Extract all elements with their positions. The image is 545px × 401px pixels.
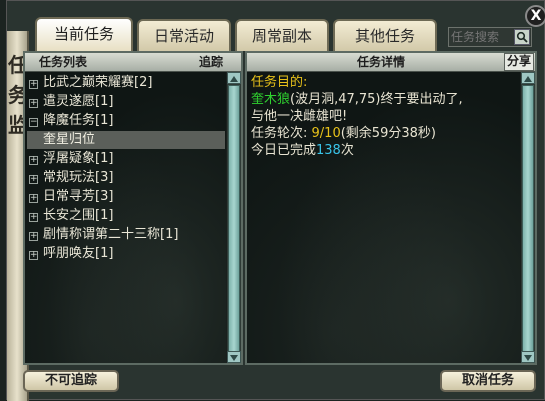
list-item-selected-task[interactable]: 奎星归位 — [27, 131, 225, 149]
track-header-button[interactable]: 追踪 — [199, 53, 223, 71]
task-search-input[interactable] — [451, 29, 511, 45]
expand-icon[interactable]: + — [29, 156, 38, 165]
tab-label: 其他任务 — [354, 27, 415, 45]
list-item-label: 日常寻芳[3] — [43, 189, 114, 204]
expand-icon[interactable]: + — [29, 175, 38, 184]
tab-label: 周常副本 — [251, 27, 312, 45]
list-item-label: 呼朋唤友[1] — [43, 246, 114, 261]
tab-label: 日常活动 — [153, 27, 214, 45]
arrow-down-icon — [230, 355, 238, 361]
round-value: 9/10 — [311, 126, 341, 141]
tab-label: 当前任务 — [53, 25, 114, 43]
task-list-panel: 任务列表 追踪 + 比武之巅荣耀赛[2] + 遣灵遂愿[1] − 降魔任务[1] 奎星… — [23, 51, 243, 365]
expand-icon[interactable]: + — [29, 232, 38, 241]
search-button[interactable] — [514, 29, 530, 45]
expand-icon[interactable]: + — [29, 213, 38, 222]
npc-link[interactable]: 奎木狼 — [251, 92, 290, 107]
task-goal-label: 任务目的: — [251, 75, 308, 90]
round-label: 任务轮次: — [251, 126, 308, 141]
list-item-label: 奎星归位 — [43, 132, 96, 147]
task-detail-header: 任务详情 分享 — [247, 53, 535, 72]
arrow-up-icon — [230, 76, 238, 82]
list-item-group[interactable]: + 呼朋唤友[1] — [27, 245, 224, 263]
scroll-thumb[interactable] — [228, 85, 240, 353]
arrow-up-icon — [524, 76, 532, 82]
list-item-group[interactable]: + 剧情称谓第二十三称[1] — [27, 226, 224, 244]
task-goal-line2: 与他一决雌雄吧! — [251, 109, 348, 124]
round-remaining: (剩余59分38秒) — [340, 126, 436, 141]
list-item-label: 比武之巅荣耀赛[2] — [43, 75, 153, 90]
scroll-down-button[interactable] — [521, 351, 535, 363]
task-detail-panel: 任务详情 分享 任务目的: 奎木狼(波月洞,47,75)终于要出动了, 与他一决… — [245, 51, 537, 365]
close-icon: X — [530, 8, 542, 24]
list-item-group[interactable]: + 常规玩法[3] — [27, 169, 224, 187]
list-item-group[interactable]: − 降魔任务[1] — [27, 112, 224, 130]
task-list-header: 任务列表 追踪 — [25, 53, 241, 72]
scroll-up-button[interactable] — [521, 72, 535, 84]
tab-other-tasks[interactable]: 其他任务 — [333, 19, 437, 51]
share-button[interactable]: 分享 — [503, 53, 534, 71]
list-item-label: 遣灵遂愿[1] — [43, 94, 114, 109]
task-detail-title: 任务详情 — [357, 55, 406, 69]
task-list-title: 任务列表 — [39, 55, 88, 69]
list-item-label: 常规玩法[3] — [43, 170, 114, 185]
search-icon — [516, 31, 528, 43]
list-item-label: 剧情称谓第二十三称[1] — [43, 227, 179, 242]
task-goal-text: 奎木狼(波月洞,47,75)终于要出动了, — [251, 91, 463, 108]
list-item-label: 浮屠疑象[1] — [43, 151, 114, 166]
cancel-task-label: 取消任务 — [461, 373, 514, 388]
today-prefix: 今日已完成 — [251, 143, 317, 158]
list-item-group[interactable]: + 遣灵遂愿[1] — [27, 93, 224, 111]
untrack-label: 不可追踪 — [44, 373, 97, 388]
tab-current-tasks[interactable]: 当前任务 — [35, 17, 133, 51]
close-button[interactable]: X — [525, 5, 545, 27]
expand-icon[interactable]: + — [29, 251, 38, 260]
task-list-scrollbar[interactable] — [226, 72, 241, 363]
task-window: 任 务 监 X 当前任务 日常活动 周常副本 其他任务 任务列表 追踪 — [6, 0, 545, 401]
untrack-button[interactable]: 不可追踪 — [23, 370, 119, 392]
tab-daily-activities[interactable]: 日常活动 — [137, 19, 231, 51]
collapse-icon[interactable]: − — [29, 118, 38, 127]
today-count: 138 — [316, 143, 341, 158]
arrow-down-icon — [524, 355, 532, 361]
task-location: (波月洞,47,75)终于要出动了, — [290, 92, 463, 107]
list-item-group[interactable]: + 长安之围[1] — [27, 207, 224, 225]
scroll-thumb[interactable] — [522, 85, 534, 353]
expand-icon[interactable]: + — [29, 80, 38, 89]
today-completed: 今日已完成138次 — [251, 142, 354, 159]
task-search — [448, 27, 532, 47]
tab-weekly-dungeons[interactable]: 周常副本 — [235, 19, 329, 51]
today-suffix: 次 — [340, 143, 354, 158]
expand-icon[interactable]: + — [29, 194, 38, 203]
list-item-label: 长安之围[1] — [43, 208, 114, 223]
task-round: 任务轮次: 9/10(剩余59分38秒) — [251, 125, 436, 142]
list-item-group[interactable]: + 日常寻芳[3] — [27, 188, 224, 206]
list-item-group[interactable]: + 浮屠疑象[1] — [27, 150, 224, 168]
list-item-group[interactable]: + 比武之巅荣耀赛[2] — [27, 74, 224, 92]
cancel-task-button[interactable]: 取消任务 — [440, 370, 536, 392]
expand-icon[interactable]: + — [29, 99, 38, 108]
scroll-up-button[interactable] — [227, 72, 241, 84]
list-item-label: 降魔任务[1] — [43, 113, 114, 128]
task-detail-scrollbar[interactable] — [520, 72, 535, 363]
scroll-down-button[interactable] — [227, 351, 241, 363]
